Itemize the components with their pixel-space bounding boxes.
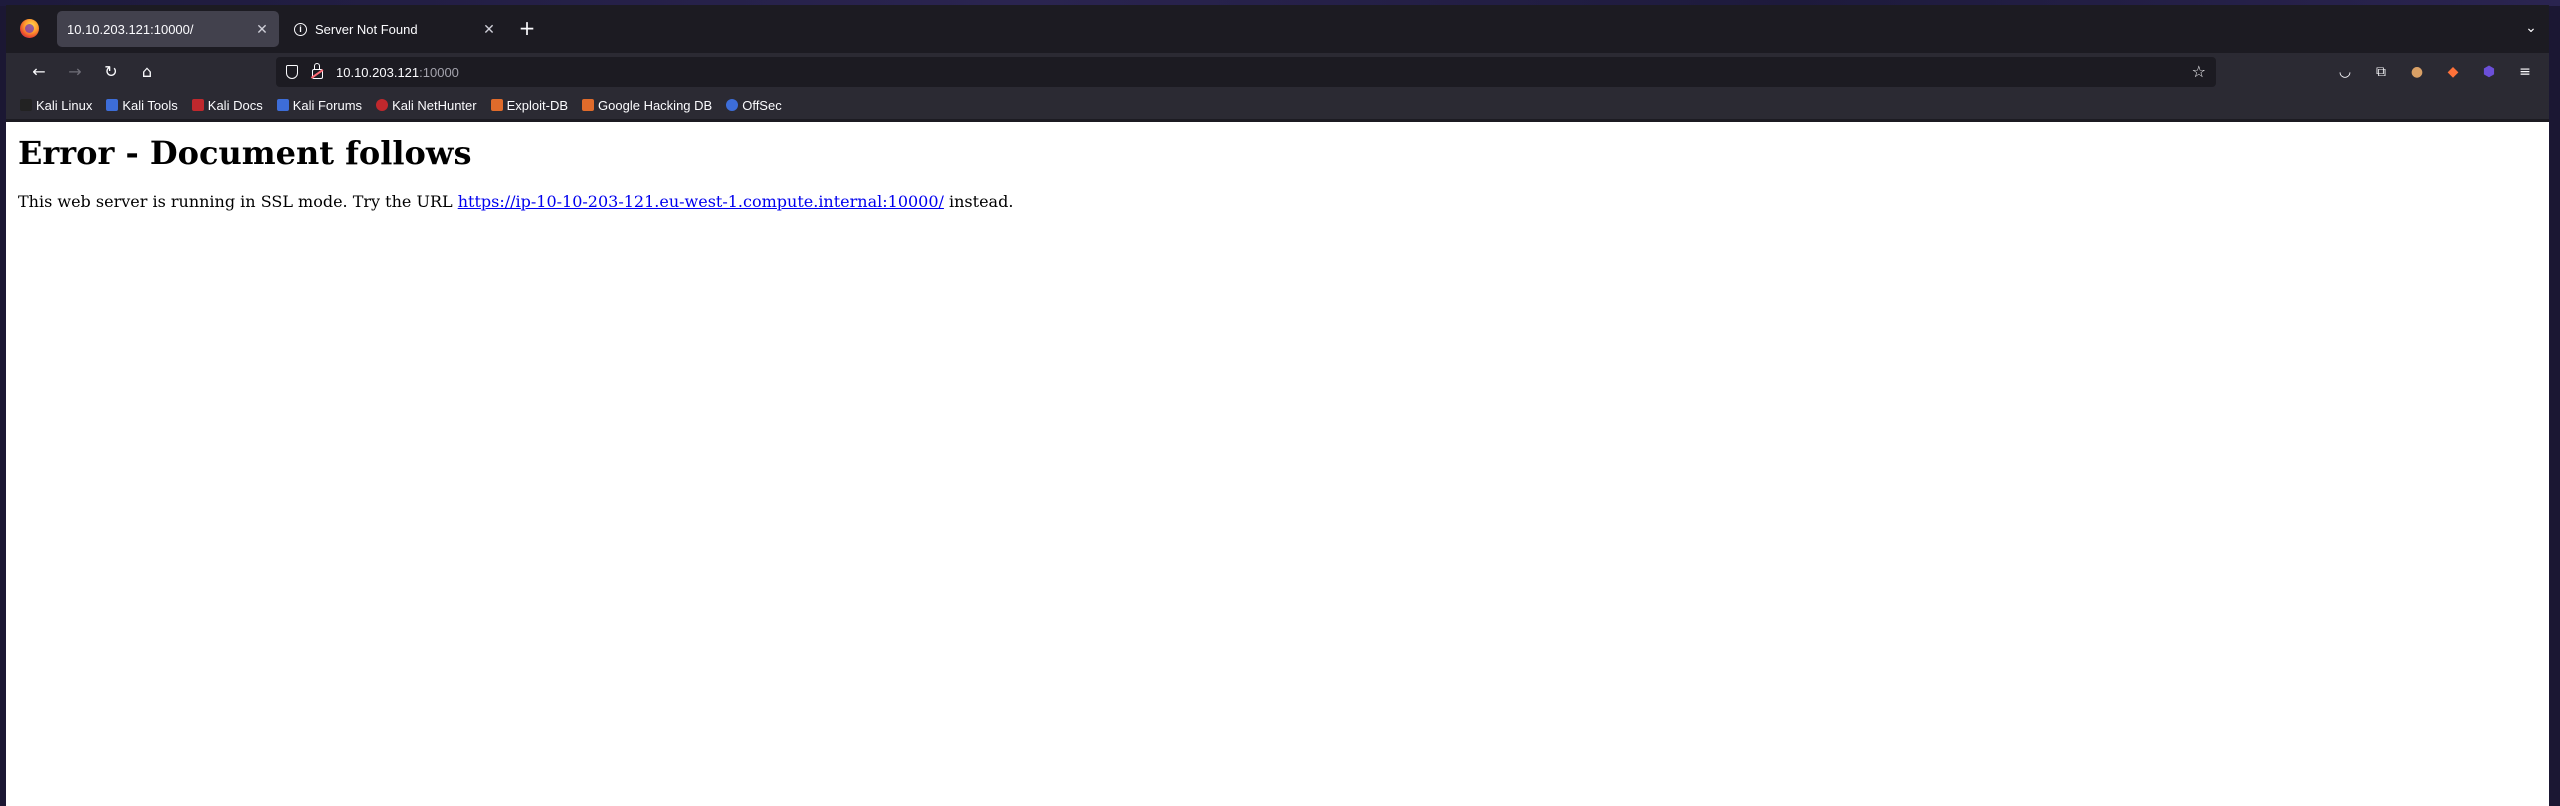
kali-forums-icon <box>276 99 289 111</box>
exploit-db-icon <box>490 99 503 111</box>
tab-active[interactable]: 10.10.203.121:10000/ ✕ <box>57 11 279 47</box>
page-content: Error - Document follows This web server… <box>6 122 2549 806</box>
bookmark-kali-tools[interactable]: Kali Tools <box>106 97 178 113</box>
insecure-lock-icon[interactable] <box>312 63 323 79</box>
url-text[interactable]: 10.10.203.121:10000 <box>336 65 459 80</box>
bookmark-label: Exploit-DB <box>506 97 569 113</box>
app-menu-icon[interactable]: ≡ <box>2516 63 2534 81</box>
navigation-toolbar: ← → ↻ ⌂ 10.10.203.121:10000 ☆ ◡ ⧉ ● ◆ ⬢ … <box>6 53 2549 91</box>
message-text-before: This web server is running in SSL mode. … <box>18 192 458 211</box>
bookmark-label: Kali NetHunter <box>392 97 477 113</box>
bookmark-kali-forums[interactable]: Kali Forums <box>276 97 363 113</box>
ghdb-icon <box>582 99 595 111</box>
firefox-logo-icon[interactable] <box>20 19 39 38</box>
address-bar[interactable]: 10.10.203.121:10000 ☆ <box>276 57 2216 87</box>
back-button[interactable]: ← <box>26 59 52 85</box>
close-tab-icon[interactable]: ✕ <box>482 21 496 38</box>
list-all-tabs-icon[interactable]: ⌄ <box>2523 20 2539 36</box>
extension-monkey-icon[interactable]: ● <box>2408 63 2426 81</box>
bookmark-label: Kali Docs <box>207 97 263 113</box>
new-tab-button[interactable]: + <box>516 18 538 40</box>
bookmark-kali-linux[interactable]: Kali Linux <box>20 98 92 113</box>
tab-title: 10.10.203.121:10000/ <box>67 21 194 37</box>
home-button[interactable]: ⌂ <box>134 59 160 85</box>
bookmark-star-icon[interactable]: ☆ <box>2192 62 2206 81</box>
nethunter-icon <box>376 99 389 111</box>
kali-tools-icon <box>106 99 119 111</box>
bookmark-label: Google Hacking DB <box>598 97 713 113</box>
bookmark-label: OffSec <box>742 97 782 113</box>
kali-dragon-icon <box>20 99 32 111</box>
info-icon: i <box>294 22 307 36</box>
tab-server-not-found[interactable]: i Server Not Found ✕ <box>284 11 506 47</box>
bookmark-label: Kali Tools <box>122 97 178 113</box>
reload-button[interactable]: ↻ <box>98 59 124 85</box>
page-heading: Error - Document follows <box>18 134 472 172</box>
browser-window: 10.10.203.121:10000/ ✕ i Server Not Foun… <box>6 5 2549 806</box>
tab-title: Server Not Found <box>315 21 418 37</box>
bookmark-offsec[interactable]: OffSec <box>726 98 782 113</box>
extensions-icon[interactable]: ⧉ <box>2372 63 2390 81</box>
page-message: This web server is running in SSL mode. … <box>18 192 1013 211</box>
pocket-icon[interactable]: ◡ <box>2336 63 2354 81</box>
forward-button[interactable]: → <box>62 59 88 85</box>
bookmark-kali-docs[interactable]: Kali Docs <box>191 97 263 113</box>
message-text-after: instead. <box>943 192 1014 211</box>
close-tab-icon[interactable]: ✕ <box>255 21 269 38</box>
bookmark-label: Kali Forums <box>292 97 363 113</box>
extension-purple-icon[interactable]: ⬢ <box>2480 63 2498 81</box>
bookmark-label: Kali Linux <box>36 97 93 113</box>
url-host: 10.10.203.121 <box>336 64 420 80</box>
bookmark-google-hacking-db[interactable]: Google Hacking DB <box>582 98 712 113</box>
tracking-protection-shield-icon[interactable] <box>286 65 298 79</box>
ssl-url-link[interactable]: https://ip-10-10-203-121.eu-west-1.compu… <box>458 192 944 211</box>
tab-bar: 10.10.203.121:10000/ ✕ i Server Not Foun… <box>6 5 2549 53</box>
bookmark-kali-nethunter[interactable]: Kali NetHunter <box>376 98 477 113</box>
bookmarks-toolbar: Kali Linux Kali Tools Kali Docs Kali For… <box>6 91 2549 119</box>
url-port: :10000 <box>419 64 459 80</box>
kali-docs-icon <box>191 99 204 111</box>
offsec-icon <box>726 99 739 111</box>
bookmark-exploit-db[interactable]: Exploit-DB <box>490 97 569 113</box>
extension-fox-icon[interactable]: ◆ <box>2444 63 2462 81</box>
